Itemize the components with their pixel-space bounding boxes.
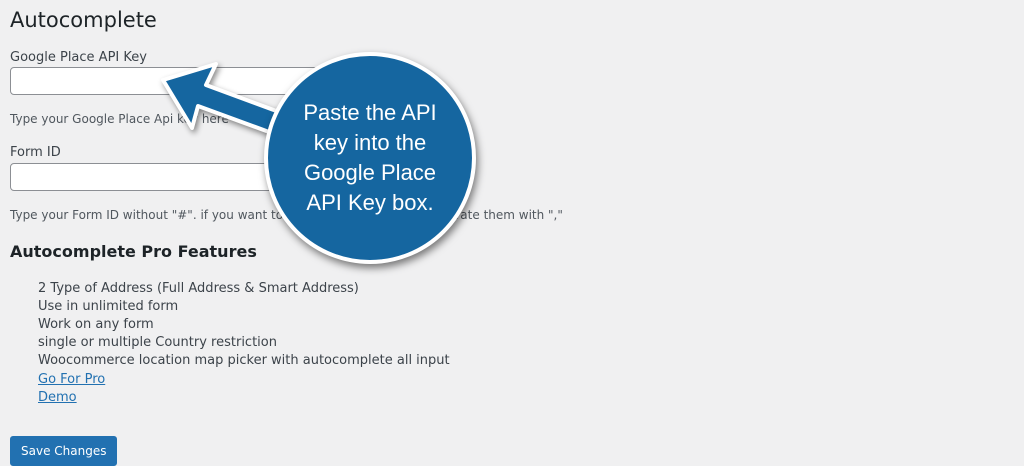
callout-arrow-icon (161, 62, 292, 138)
callout-text: Paste the API key into the Google Place … (303, 100, 437, 215)
annotation-callout: Paste the API key into the Google Place … (264, 52, 476, 264)
